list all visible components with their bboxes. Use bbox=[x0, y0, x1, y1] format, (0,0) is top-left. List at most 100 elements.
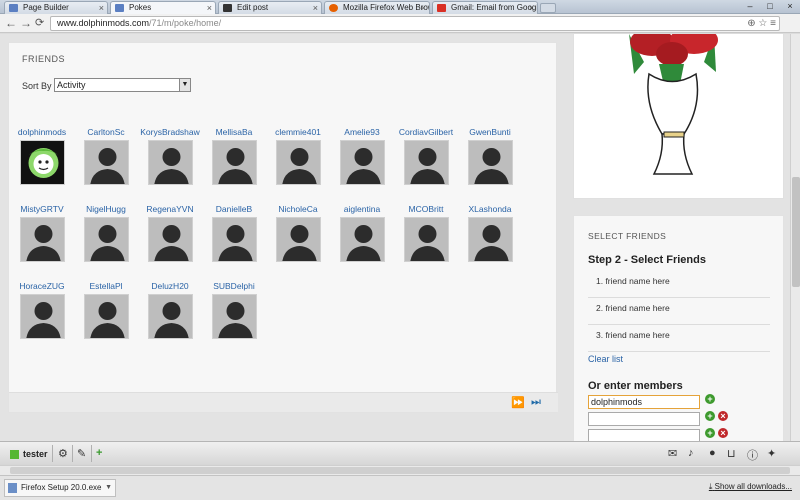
default-avatar[interactable] bbox=[147, 294, 193, 339]
default-avatar[interactable] bbox=[147, 217, 193, 262]
friend-card[interactable]: clemmie401 bbox=[268, 127, 328, 185]
show-all-downloads-link[interactable]: ⤓ Show all downloads... bbox=[709, 482, 792, 492]
wrench-icon[interactable]: ✦ bbox=[767, 447, 776, 460]
zoom-icon[interactable]: ⊕ bbox=[747, 18, 755, 29]
friend-name-link[interactable]: clemmie401 bbox=[268, 127, 328, 138]
add-member-icon[interactable]: + bbox=[705, 394, 715, 404]
default-avatar[interactable] bbox=[275, 217, 321, 262]
friend-card[interactable]: CordiavGilbert bbox=[396, 127, 456, 185]
info-icon[interactable]: ⓘ bbox=[747, 447, 758, 463]
tab-edit-post[interactable]: Edit post × bbox=[218, 1, 322, 14]
friend-card[interactable]: MCOBritt bbox=[396, 204, 456, 262]
friend-name-link[interactable]: DeluzH20 bbox=[140, 281, 200, 292]
add-member-icon[interactable]: + bbox=[705, 428, 715, 438]
default-avatar[interactable] bbox=[275, 140, 321, 185]
remove-member-icon[interactable]: × bbox=[718, 411, 728, 421]
friend-name-link[interactable]: GwenBunti bbox=[460, 127, 520, 138]
default-avatar[interactable] bbox=[339, 217, 385, 262]
friend-name-link[interactable]: MellisaBa bbox=[204, 127, 264, 138]
plus-icon[interactable]: + bbox=[96, 447, 102, 459]
user-avatar[interactable] bbox=[19, 140, 65, 185]
minimize-icon[interactable]: – bbox=[740, 0, 760, 14]
friend-card[interactable]: NigelHugg bbox=[76, 204, 136, 262]
add-member-icon[interactable]: + bbox=[705, 411, 715, 421]
friend-name-link[interactable]: NigelHugg bbox=[76, 204, 136, 215]
friend-card[interactable]: NicholeCa bbox=[268, 204, 328, 262]
friend-name-link[interactable]: MCOBritt bbox=[396, 204, 456, 215]
friend-name-link[interactable]: dolphinmods bbox=[12, 127, 72, 138]
download-item[interactable]: Firefox Setup 20.0.exe ▼ bbox=[4, 479, 116, 497]
twitter-icon[interactable]: ♪ bbox=[688, 447, 694, 459]
default-avatar[interactable] bbox=[19, 217, 65, 262]
friend-name-link[interactable]: HoraceZUG bbox=[12, 281, 72, 292]
remove-member-icon[interactable]: × bbox=[718, 428, 728, 438]
tab-gmail[interactable]: Gmail: Email from Google × bbox=[432, 1, 538, 14]
default-avatar[interactable] bbox=[467, 217, 513, 262]
friend-card[interactable]: GwenBunti bbox=[460, 127, 520, 185]
close-icon[interactable]: × bbox=[529, 2, 534, 14]
friend-name-link[interactable]: SUBDelphi bbox=[204, 281, 264, 292]
tab-mozilla-firefox[interactable]: Mozilla Firefox Web Brow... × bbox=[324, 1, 430, 14]
friend-name-link[interactable]: NicholeCa bbox=[268, 204, 328, 215]
friend-card[interactable]: KorysBradshaw bbox=[140, 127, 200, 185]
new-tab-button[interactable] bbox=[540, 3, 556, 13]
friend-name-link[interactable]: DanielleB bbox=[204, 204, 264, 215]
back-icon[interactable]: ← bbox=[5, 16, 17, 30]
cart-icon[interactable]: ⊔ bbox=[727, 447, 736, 460]
close-icon[interactable]: × bbox=[313, 2, 318, 14]
friend-card[interactable]: Amelie93 bbox=[332, 127, 392, 185]
friend-card[interactable]: aiglentina bbox=[332, 204, 392, 262]
gear-icon[interactable]: ⚙ bbox=[58, 447, 68, 460]
scrollbar-thumb[interactable] bbox=[10, 467, 790, 474]
default-avatar[interactable] bbox=[83, 217, 129, 262]
bookmark-star-icon[interactable]: ☆ bbox=[758, 18, 767, 29]
maximize-icon[interactable]: □ bbox=[760, 0, 780, 14]
edit-icon[interactable]: ✎ bbox=[77, 447, 86, 460]
member-input[interactable] bbox=[588, 429, 700, 441]
scrollbar-thumb[interactable] bbox=[792, 177, 800, 287]
default-avatar[interactable] bbox=[339, 140, 385, 185]
tab-page-builder[interactable]: Page Builder × bbox=[4, 1, 108, 14]
friend-card[interactable]: SUBDelphi bbox=[204, 281, 264, 339]
default-avatar[interactable] bbox=[83, 140, 129, 185]
friend-card[interactable]: RegenaYVN bbox=[140, 204, 200, 262]
vertical-scrollbar[interactable] bbox=[790, 34, 800, 441]
friend-name-link[interactable]: MistyGRTV bbox=[12, 204, 72, 215]
horizontal-scrollbar[interactable] bbox=[0, 465, 800, 475]
friend-card[interactable]: CarltonSc bbox=[76, 127, 136, 185]
default-avatar[interactable] bbox=[211, 217, 257, 262]
friend-name-link[interactable]: Amelie93 bbox=[332, 127, 392, 138]
default-avatar[interactable] bbox=[147, 140, 193, 185]
close-icon[interactable]: × bbox=[207, 2, 212, 14]
chevron-down-icon[interactable]: ▼ bbox=[105, 480, 112, 496]
default-avatar[interactable] bbox=[19, 294, 65, 339]
user-menu[interactable]: tester bbox=[10, 447, 48, 461]
user-icon[interactable]: ● bbox=[709, 447, 716, 459]
friend-card[interactable]: XLashonda bbox=[460, 204, 520, 262]
default-avatar[interactable] bbox=[403, 140, 449, 185]
friend-name-link[interactable]: RegenaYVN bbox=[140, 204, 200, 215]
next-page-icon[interactable]: ⏩ bbox=[511, 396, 525, 409]
friend-name-link[interactable]: XLashonda bbox=[460, 204, 520, 215]
clear-list-link[interactable]: Clear list bbox=[588, 354, 623, 364]
menu-icon[interactable]: ≡ bbox=[770, 18, 776, 29]
default-avatar[interactable] bbox=[211, 294, 257, 339]
friend-card[interactable]: MellisaBa bbox=[204, 127, 264, 185]
close-icon[interactable]: × bbox=[421, 2, 426, 14]
tab-pokes[interactable]: Pokes × bbox=[110, 1, 216, 15]
member-input[interactable] bbox=[588, 412, 700, 426]
friend-name-link[interactable]: CarltonSc bbox=[76, 127, 136, 138]
friend-card[interactable]: DeluzH20 bbox=[140, 281, 200, 339]
friend-name-link[interactable]: aiglentina bbox=[332, 204, 392, 215]
default-avatar[interactable] bbox=[83, 294, 129, 339]
forward-icon[interactable]: → bbox=[20, 16, 32, 30]
member-input[interactable] bbox=[588, 395, 700, 409]
friend-card[interactable]: EstellaPl bbox=[76, 281, 136, 339]
friend-card[interactable]: dolphinmods bbox=[12, 127, 72, 185]
url-bar[interactable]: www.dolphinmods.com/71/m/poke/home/ ⊕ ☆ … bbox=[50, 16, 780, 31]
friend-name-link[interactable]: EstellaPl bbox=[76, 281, 136, 292]
friend-card[interactable]: DanielleB bbox=[204, 204, 264, 262]
friend-card[interactable]: HoraceZUG bbox=[12, 281, 72, 339]
close-window-icon[interactable]: × bbox=[780, 0, 800, 14]
default-avatar[interactable] bbox=[211, 140, 257, 185]
